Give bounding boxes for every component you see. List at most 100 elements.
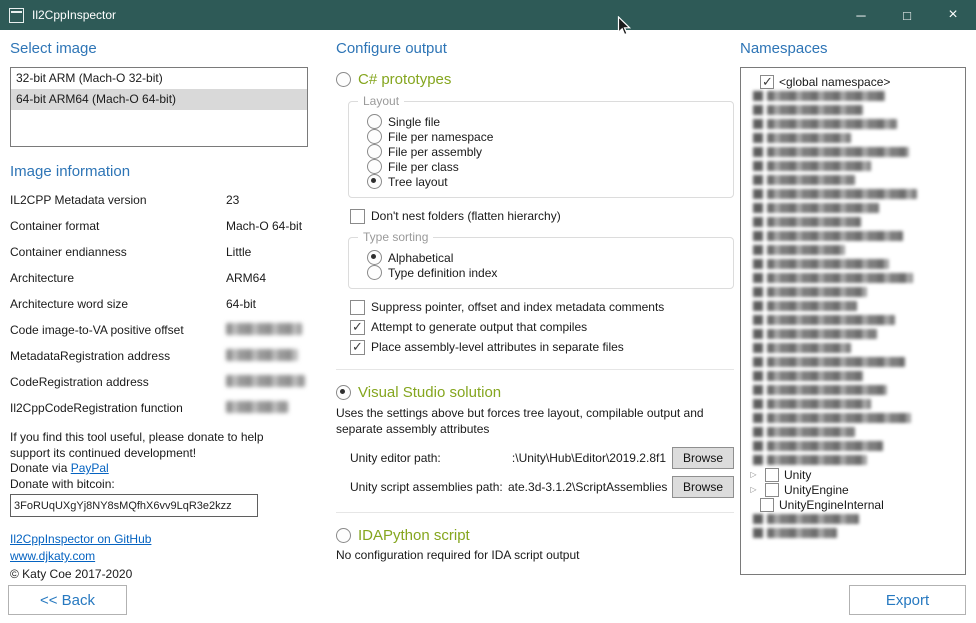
donate-bitcoin-label: Donate with bitcoin:	[10, 477, 322, 493]
layout-option-file-per-assembly[interactable]: File per assembly	[367, 144, 723, 159]
checkbox-icon[interactable]	[760, 498, 774, 512]
expander-icon[interactable]: ▷	[747, 470, 760, 479]
namespace-item-redacted[interactable]	[747, 355, 961, 369]
expander-icon[interactable]: ▷	[747, 485, 760, 494]
github-link[interactable]: Il2CppInspector on GitHub	[10, 531, 151, 548]
namespace-item-redacted[interactable]	[747, 173, 961, 187]
sorting-option-type-definition-index[interactable]: Type definition index	[367, 265, 723, 280]
minimize-button[interactable]: ─	[838, 0, 884, 30]
website-link[interactable]: www.djkaty.com	[10, 548, 95, 565]
radio-icon	[367, 129, 382, 144]
info-row: Container endianness Little	[10, 245, 322, 271]
idapython-script-radio[interactable]: IDAPython script	[336, 527, 734, 544]
namespace-item-redacted[interactable]	[747, 215, 961, 229]
section-divider	[336, 512, 734, 513]
namespace-item-redacted[interactable]	[747, 145, 961, 159]
checkbox-icon-checked[interactable]	[760, 75, 774, 89]
csharp-prototypes-radio[interactable]: C# prototypes	[336, 71, 734, 88]
flatten-hierarchy-checkbox[interactable]: Don't nest folders (flatten hierarchy)	[350, 208, 734, 224]
layout-option-file-per-namespace[interactable]: File per namespace	[367, 129, 723, 144]
info-row: Code image-to-VA positive offset	[10, 323, 322, 349]
titlebar: Il2CppInspector ─ □ ×	[0, 0, 976, 30]
namespace-item-redacted[interactable]	[747, 512, 961, 526]
namespace-item-redacted[interactable]	[747, 425, 961, 439]
redacted-namespace-rows	[747, 89, 961, 467]
ida-description: No configuration required for IDA script…	[336, 548, 734, 562]
paypal-link[interactable]: PayPal	[71, 461, 109, 475]
namespace-item-redacted[interactable]	[747, 299, 961, 313]
image-option-32bit[interactable]: 32-bit ARM (Mach-O 32-bit)	[11, 68, 307, 89]
bitcoin-address-input[interactable]	[10, 494, 258, 517]
checkbox-icon	[350, 209, 365, 224]
checkbox-icon[interactable]	[765, 468, 779, 482]
namespace-item-redacted[interactable]	[747, 187, 961, 201]
donate-line2: support its continued development!	[10, 446, 322, 462]
namespaces-list[interactable]: <global namespace> ▷ Unity ▷ UnityEngine…	[740, 67, 966, 575]
browse-editor-button[interactable]: Browse	[672, 447, 734, 469]
configure-heading: Configure output	[336, 40, 734, 57]
namespace-item-redacted[interactable]	[747, 89, 961, 103]
redacted-value	[226, 349, 322, 364]
namespace-item-unityengineinternal[interactable]: UnityEngineInternal	[747, 497, 961, 512]
info-row: Architecture word size 64-bit	[10, 297, 322, 323]
csharp-prototypes-label: C# prototypes	[358, 71, 451, 88]
namespace-item-redacted[interactable]	[747, 103, 961, 117]
checkbox-icon[interactable]	[765, 483, 779, 497]
namespaces-section: Namespaces <global namespace> ▷ Unity ▷ …	[740, 40, 966, 575]
namespace-item-global[interactable]: <global namespace>	[747, 74, 961, 89]
layout-option-file-per-class[interactable]: File per class	[367, 159, 723, 174]
image-listbox[interactable]: 32-bit ARM (Mach-O 32-bit) 64-bit ARM64 …	[10, 67, 308, 147]
namespace-item-redacted[interactable]	[747, 526, 961, 540]
close-button[interactable]: ×	[930, 0, 976, 30]
namespace-item-redacted[interactable]	[747, 341, 961, 355]
footer-links: Il2CppInspector on GitHub www.djkaty.com…	[10, 531, 322, 583]
radio-icon-selected	[367, 250, 382, 265]
namespace-item-redacted[interactable]	[747, 327, 961, 341]
radio-icon	[367, 114, 382, 129]
type-sorting-groupbox: Type sorting Alphabetical Type definitio…	[348, 237, 734, 289]
unity-editor-path-value[interactable]: :\Unity\Hub\Editor\2019.2.8f1	[508, 451, 672, 465]
layout-option-single-file[interactable]: Single file	[367, 114, 723, 129]
namespace-item-redacted[interactable]	[747, 229, 961, 243]
donate-text: If you find this tool useful, please don…	[10, 430, 322, 492]
image-info-heading: Image information	[10, 163, 322, 180]
back-button[interactable]: << Back	[8, 585, 127, 615]
radio-icon-selected	[336, 385, 351, 400]
namespace-item-redacted[interactable]	[747, 271, 961, 285]
namespace-item-redacted[interactable]	[747, 131, 961, 145]
assembly-attributes-checkbox[interactable]: Place assembly-level attributes in separ…	[350, 339, 734, 355]
namespace-item-redacted[interactable]	[747, 243, 961, 257]
maximize-button[interactable]: □	[884, 0, 930, 30]
namespace-item-redacted[interactable]	[747, 383, 961, 397]
sorting-option-alphabetical[interactable]: Alphabetical	[367, 250, 723, 265]
namespace-item-redacted[interactable]	[747, 313, 961, 327]
layout-option-tree-layout[interactable]: Tree layout	[367, 174, 723, 189]
vs-description: Uses the settings above but forces tree …	[336, 405, 734, 437]
namespace-item-redacted[interactable]	[747, 439, 961, 453]
namespace-item-redacted[interactable]	[747, 411, 961, 425]
image-option-64bit[interactable]: 64-bit ARM64 (Mach-O 64-bit)	[11, 89, 307, 110]
browse-assemblies-button[interactable]: Browse	[672, 476, 734, 498]
copyright: © Katy Coe 2017-2020	[10, 566, 322, 583]
namespace-item-unityengine[interactable]: ▷ UnityEngine	[747, 482, 961, 497]
unity-assemblies-path-value[interactable]: ate.3d-3.1.2\ScriptAssemblies	[508, 480, 672, 494]
namespace-item-redacted[interactable]	[747, 201, 961, 215]
visual-studio-solution-radio[interactable]: Visual Studio solution	[336, 384, 734, 401]
suppress-metadata-comments-checkbox[interactable]: Suppress pointer, offset and index metad…	[350, 299, 734, 315]
namespace-item-redacted[interactable]	[747, 285, 961, 299]
namespace-item-redacted[interactable]	[747, 257, 961, 271]
namespace-item-redacted[interactable]	[747, 117, 961, 131]
attempt-compiles-checkbox[interactable]: Attempt to generate output that compiles	[350, 319, 734, 335]
unity-assemblies-path-label: Unity script assemblies path:	[350, 480, 508, 494]
namespace-item-redacted[interactable]	[747, 453, 961, 467]
info-row: Container format Mach-O 64-bit	[10, 219, 322, 245]
donate-line1: If you find this tool useful, please don…	[10, 430, 322, 446]
export-button[interactable]: Export	[849, 585, 966, 615]
namespace-item-redacted[interactable]	[747, 159, 961, 173]
namespace-item-redacted[interactable]	[747, 369, 961, 383]
namespace-item-unity[interactable]: ▷ Unity	[747, 467, 961, 482]
namespace-item-redacted[interactable]	[747, 397, 961, 411]
left-panel: Select image 32-bit ARM (Mach-O 32-bit) …	[10, 40, 322, 583]
redacted-value	[226, 323, 322, 338]
redacted-value	[226, 375, 322, 390]
